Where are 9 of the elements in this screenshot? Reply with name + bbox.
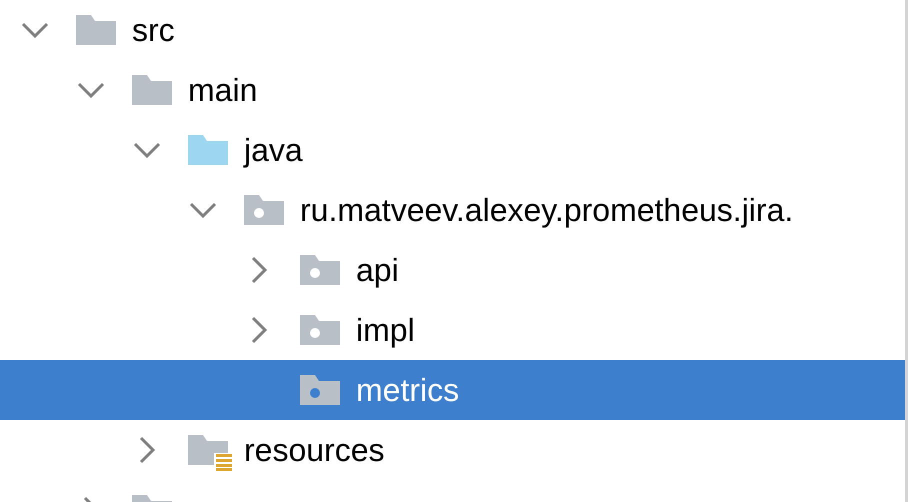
tree-item-label: impl <box>356 314 415 346</box>
tree-item-label: ru.matveev.alexey.prometheus.jira. <box>300 194 794 226</box>
tree-item-label: api <box>356 254 399 286</box>
tree-item-label: java <box>244 134 303 166</box>
tree-item-label: metrics <box>356 374 460 406</box>
tree-item-label: src <box>132 14 175 46</box>
tree-item-label: main <box>188 74 258 106</box>
tree-row[interactable]: metrics <box>0 360 905 420</box>
tree-item-label: resources <box>244 434 384 466</box>
